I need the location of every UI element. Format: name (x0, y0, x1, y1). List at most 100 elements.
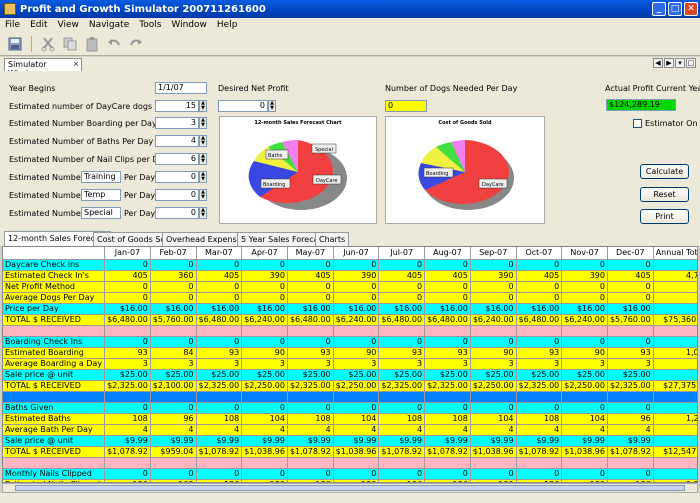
table-cell[interactable]: $9.99 (150, 435, 197, 447)
table-cell[interactable] (470, 391, 517, 403)
table-cell[interactable]: 405 (104, 270, 151, 282)
close-button[interactable]: ✕ (684, 2, 698, 16)
column-header[interactable]: Jan-07 (104, 247, 151, 260)
nail-input[interactable]: 6 (155, 153, 199, 165)
table-cell[interactable]: 0 (561, 336, 608, 348)
custom-name-input[interactable]: Training (81, 171, 121, 183)
table-cell[interactable]: 0 (516, 336, 563, 348)
table-cell[interactable]: 0 (333, 402, 380, 414)
menu-tools[interactable]: Tools (134, 20, 166, 30)
table-cell[interactable]: 0 (378, 259, 426, 271)
table-cell[interactable]: 90 (333, 347, 380, 359)
table-cell[interactable]: 0 (378, 292, 426, 304)
table-cell[interactable] (653, 369, 697, 381)
table-cell[interactable]: 0 (150, 468, 197, 480)
table-cell[interactable] (287, 325, 334, 337)
maximize-panel-icon[interactable]: □ (686, 58, 696, 68)
table-cell[interactable]: 0 (653, 402, 697, 414)
table-cell[interactable]: 0 (516, 292, 563, 304)
table-cell[interactable]: $9.99 (607, 435, 654, 447)
table-cell[interactable] (561, 457, 608, 469)
table-cell[interactable]: 108 (516, 413, 563, 425)
table-cell[interactable]: 0 (241, 402, 288, 414)
net-profit-spinner[interactable]: ▲ ▼ (268, 100, 276, 112)
table-cell[interactable]: $6,240.00 (470, 314, 517, 326)
table-cell[interactable]: 0 (516, 468, 563, 480)
table-cell[interactable]: $2,325.00 (424, 380, 471, 392)
table-cell[interactable]: 96 (607, 413, 654, 425)
custom-spinner[interactable]: ▲ ▼ (199, 189, 207, 201)
table-cell[interactable] (150, 325, 197, 337)
table-cell[interactable] (653, 391, 697, 403)
custom-value-input[interactable]: 0 (155, 171, 199, 183)
table-cell[interactable]: $16.00 (241, 303, 288, 315)
table-cell[interactable]: $16.00 (561, 303, 608, 315)
table-cell[interactable]: $9.99 (104, 435, 151, 447)
table-cell[interactable]: 0 (104, 259, 151, 271)
menu-file[interactable]: File (0, 20, 25, 30)
table-cell[interactable]: 0 (196, 281, 243, 293)
table-cell[interactable]: 90 (561, 347, 608, 359)
custom-spinner[interactable]: ▲ ▼ (199, 207, 207, 219)
table-cell[interactable]: 104 (561, 413, 608, 425)
tab-simulator-window[interactable]: Simulator Window × (4, 58, 82, 78)
table-cell[interactable]: 0 (333, 259, 380, 271)
table-cell[interactable]: $6,480.00 (516, 314, 563, 326)
table-cell[interactable]: 4 (561, 424, 608, 436)
baths-spinner[interactable]: ▲ ▼ (199, 135, 207, 147)
table-cell[interactable]: $9.99 (470, 435, 517, 447)
table-cell[interactable]: $1,038.96 (561, 446, 608, 458)
table-cell[interactable]: 3 (241, 358, 288, 370)
table-cell[interactable]: 3 (470, 358, 517, 370)
table-cell[interactable]: 405 (378, 270, 426, 282)
tab-list-icon[interactable]: ▾ (675, 58, 685, 68)
table-cell[interactable]: 0 (653, 292, 697, 304)
column-header[interactable]: Aug-07 (424, 247, 471, 260)
table-cell[interactable]: $25.00 (150, 369, 197, 381)
custom-name-input[interactable]: Temp Test (81, 189, 121, 201)
table-cell[interactable]: $1,038.96 (241, 446, 288, 458)
table-cell[interactable]: 108 (104, 413, 151, 425)
column-header[interactable]: Feb-07 (150, 247, 197, 260)
tab-charts[interactable]: Charts (315, 232, 350, 246)
menu-window[interactable]: Window (166, 20, 212, 30)
table-cell[interactable]: 0 (470, 468, 517, 480)
table-cell[interactable]: 3 (653, 358, 697, 370)
copy-icon[interactable] (61, 35, 79, 53)
table-cell[interactable] (653, 303, 697, 315)
daycare-spinner[interactable]: ▲ ▼ (199, 100, 207, 112)
table-cell[interactable] (607, 325, 654, 337)
table-cell[interactable]: 390 (470, 270, 517, 282)
table-cell[interactable]: $2,325.00 (607, 380, 654, 392)
table-cell[interactable]: 0 (287, 468, 334, 480)
table-cell[interactable]: $1,038.96 (470, 446, 517, 458)
table-cell[interactable]: $25.00 (241, 369, 288, 381)
table-cell[interactable] (150, 457, 197, 469)
table-cell[interactable]: $5,760.00 (607, 314, 654, 326)
table-cell[interactable]: 0 (196, 292, 243, 304)
tab-close-icon[interactable]: × (73, 60, 79, 68)
column-header[interactable]: Annual Totals (653, 247, 697, 260)
cut-icon[interactable] (39, 35, 57, 53)
table-cell[interactable]: 93 (196, 347, 243, 359)
table-cell[interactable]: $9.99 (561, 435, 608, 447)
table-cell[interactable]: 0 (333, 468, 380, 480)
table-cell[interactable]: 84 (150, 347, 197, 359)
table-cell[interactable]: 0 (287, 281, 334, 293)
table-cell[interactable]: 0 (378, 402, 426, 414)
table-cell[interactable]: 0 (104, 468, 151, 480)
boarding-spinner[interactable]: ▲ ▼ (199, 117, 207, 129)
table-cell[interactable]: 4 (378, 424, 426, 436)
table-cell[interactable]: 0 (333, 336, 380, 348)
table-cell[interactable]: 0 (516, 281, 563, 293)
table-cell[interactable]: 0 (424, 259, 471, 271)
table-cell[interactable] (653, 435, 697, 447)
table-cell[interactable]: 4 (241, 424, 288, 436)
scroll-right-icon[interactable]: ▶ (664, 58, 674, 68)
table-cell[interactable]: 0 (470, 259, 517, 271)
table-cell[interactable]: 3 (196, 358, 243, 370)
paste-icon[interactable] (83, 35, 101, 53)
table-cell[interactable] (241, 391, 288, 403)
table-cell[interactable]: 0 (424, 468, 471, 480)
horizontal-scrollbar[interactable] (2, 483, 698, 493)
